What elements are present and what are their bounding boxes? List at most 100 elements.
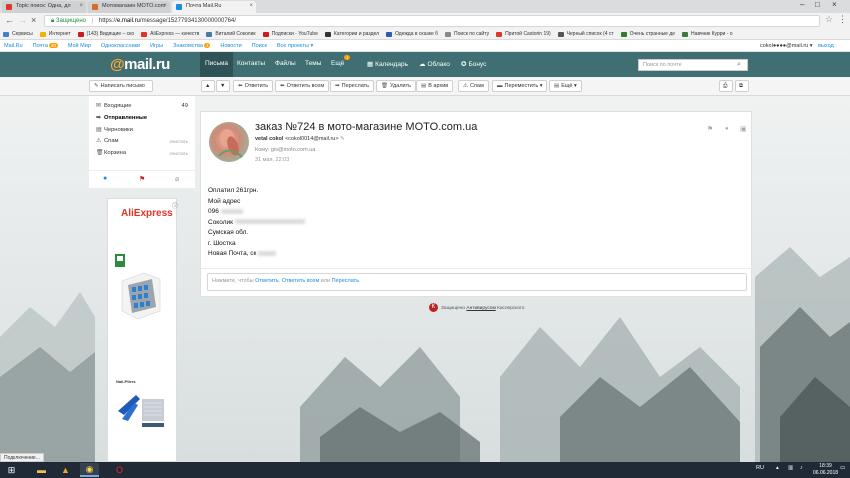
bookmark-item[interactable]: Категории и раздел bbox=[322, 29, 383, 39]
folder-drafts[interactable]: ▤ Черновики bbox=[96, 127, 192, 133]
search-icon[interactable]: ⌕ bbox=[737, 61, 741, 69]
folder-sent[interactable]: ➥ Отправленные bbox=[96, 115, 192, 121]
browser-menu-icon[interactable]: ⋮ bbox=[838, 14, 847, 25]
prev-message-button[interactable]: ▲ bbox=[201, 80, 215, 92]
chrome-icon[interactable]: ◉ bbox=[80, 463, 99, 477]
more-button[interactable]: ▤ Ещё ▾ bbox=[549, 80, 582, 92]
quick-forward-link[interactable]: Переслать bbox=[332, 278, 359, 284]
forward-button[interactable]: ➡ Переслать bbox=[330, 80, 375, 92]
mailru-logo[interactable]: @mail.ru bbox=[110, 56, 170, 73]
app-triangle-icon[interactable]: ▲ bbox=[56, 463, 75, 477]
start-icon[interactable]: ⊞ bbox=[2, 463, 21, 477]
notifications-icon[interactable]: ▭ bbox=[840, 465, 845, 471]
move-button[interactable]: ▬ Переместить ▾ bbox=[492, 80, 548, 92]
portal-link-ok[interactable]: Одноклассники bbox=[97, 40, 144, 49]
clean-trash-link[interactable]: очистить bbox=[170, 151, 189, 156]
back-icon[interactable]: ← bbox=[5, 15, 14, 25]
spam-icon: ⚠ bbox=[463, 83, 468, 89]
message-from[interactable]: vetal cokol <cokol0014@mail.ru> ✎ bbox=[255, 136, 345, 142]
portal-link-mailru[interactable]: Mail.Ru bbox=[0, 40, 27, 49]
stop-icon[interactable]: × bbox=[31, 15, 36, 25]
flag-icon[interactable]: ⚑ bbox=[707, 125, 713, 133]
reply-all-button[interactable]: ⬅ Ответить всем bbox=[275, 80, 330, 92]
portal-link-all[interactable]: Все проекты ▾ bbox=[273, 40, 317, 49]
clean-spam-link[interactable]: очистить bbox=[170, 139, 189, 144]
mail-search-input[interactable]: Поиск по почте bbox=[638, 59, 748, 71]
nav-files[interactable]: Файлы bbox=[270, 52, 301, 77]
reply-button[interactable]: ⬅ Ответить bbox=[233, 80, 274, 92]
message-divider bbox=[201, 268, 753, 269]
nav-bonus[interactable]: ✪ Бонус bbox=[456, 52, 491, 77]
bookmark-item[interactable]: Сервисы bbox=[0, 29, 37, 39]
bookmark-item[interactable]: Подписки - YouTube bbox=[260, 29, 322, 39]
portal-link-dating[interactable]: Знакомства 3 bbox=[169, 40, 214, 49]
arrow-up-icon: ▲ bbox=[205, 83, 211, 89]
spam-button[interactable]: ⚠ Спам bbox=[458, 80, 489, 92]
nav-contacts[interactable]: Контакты bbox=[232, 52, 270, 77]
bookmark-item[interactable]: Очень странные де bbox=[618, 29, 679, 39]
close-tab-icon[interactable]: × bbox=[249, 3, 253, 9]
forward-icon[interactable]: → bbox=[18, 15, 27, 25]
nav-cloud[interactable]: ☁ Облако bbox=[414, 52, 455, 77]
quick-reply-box[interactable]: Нажмите, чтобы Ответить, Ответить всем и… bbox=[207, 273, 747, 291]
bookmark-item[interactable]: Притой Castorin 19) bbox=[493, 29, 555, 39]
bookmark-item[interactable]: Черный список (4 ст bbox=[555, 29, 618, 39]
logout-link[interactable]: выход bbox=[818, 43, 834, 49]
opera-icon[interactable]: O bbox=[110, 463, 129, 477]
nav-calendar[interactable]: ▦ Календарь bbox=[362, 52, 413, 77]
taskbar-clock[interactable]: 18:39 06.06.2018 bbox=[813, 463, 838, 477]
browser-tab-3[interactable]: Почта Mail.Ru × bbox=[172, 1, 256, 13]
nav-letters[interactable]: Письма bbox=[200, 52, 234, 77]
unread-dot-icon[interactable]: ● bbox=[725, 126, 729, 132]
unread-filter-icon[interactable]: ● bbox=[103, 175, 107, 182]
nav-more[interactable]: Ещё 1 bbox=[326, 52, 351, 77]
delete-button[interactable]: 🗑︎ Удалить bbox=[376, 80, 416, 92]
next-message-button[interactable]: ▼ bbox=[216, 80, 230, 92]
minimize-icon[interactable]: – bbox=[800, 0, 804, 9]
file-explorer-icon[interactable]: ▬ bbox=[32, 463, 51, 477]
tray-up-icon[interactable]: ▴ bbox=[776, 465, 779, 471]
address-bar[interactable]: 🔒︎ Защищено | https://e.mail.ru/message/… bbox=[44, 15, 820, 27]
user-menu[interactable]: cokol●●●●@mail.ru ▾ bbox=[760, 43, 813, 49]
bookmark-item[interactable]: Интернет bbox=[37, 29, 75, 39]
portal-link-search[interactable]: Поиск bbox=[248, 40, 271, 49]
print-button[interactable]: ⎙ bbox=[719, 80, 733, 92]
portal-link-games[interactable]: Игры bbox=[146, 40, 167, 49]
popout-button[interactable]: ⧉ bbox=[735, 80, 749, 92]
archive-button[interactable]: ▤ В архив bbox=[416, 80, 454, 92]
kaspersky-link[interactable]: Антивирусом bbox=[466, 306, 495, 311]
bookmark-item[interactable]: Навчник Курри - о bbox=[679, 29, 737, 39]
sender-avatar[interactable] bbox=[209, 122, 249, 162]
quick-reply-all-link[interactable]: Ответить всем bbox=[282, 278, 320, 284]
folder-spam[interactable]: ⚠ Спам очистить bbox=[96, 138, 192, 144]
ad-banner[interactable]: AliExpress ⓘ Nail-Pliers bbox=[107, 198, 178, 462]
attachment-filter-icon[interactable]: ⌀ bbox=[175, 175, 179, 183]
browser-tab-1[interactable]: Topic поиск: Одна, дл × bbox=[2, 1, 86, 13]
volume-icon[interactable]: ♪ bbox=[800, 465, 803, 471]
portal-link-mail[interactable]: Почта 48 bbox=[29, 40, 62, 49]
close-window-icon[interactable]: × bbox=[832, 0, 837, 9]
nav-themes[interactable]: Темы bbox=[300, 52, 326, 77]
flag-filter-icon[interactable]: ⚑ bbox=[139, 175, 145, 183]
folder-trash[interactable]: 🗑︎Корзина очистить bbox=[96, 150, 192, 156]
inbox-count: 49 bbox=[181, 103, 188, 109]
folder-inbox[interactable]: ✉ Входящие 49 bbox=[96, 103, 192, 109]
browser-tab-2[interactable]: Мотомагазин MOTO.com × bbox=[88, 1, 170, 13]
lang-indicator[interactable]: RU bbox=[756, 465, 764, 471]
bookmark-item[interactable]: (143) Видящие – ско bbox=[75, 29, 139, 39]
close-tab-icon[interactable]: × bbox=[79, 3, 83, 9]
bookmark-item[interactable]: Виталий Соколик bbox=[203, 29, 259, 39]
maximize-icon[interactable]: □ bbox=[815, 0, 820, 9]
sender-menu-icon[interactable]: ✎ bbox=[340, 136, 345, 142]
checkbox-icon[interactable]: ▣ bbox=[740, 125, 747, 133]
bookmark-item[interactable]: Одежда в сказке б bbox=[383, 29, 442, 39]
quick-reply-link[interactable]: Ответить bbox=[255, 278, 279, 284]
bookmark-item[interactable]: AliExpress — качеств bbox=[138, 29, 203, 39]
network-icon[interactable]: ▥ bbox=[788, 465, 793, 471]
portal-link-myworld[interactable]: Мой Мир bbox=[64, 40, 95, 49]
close-tab-icon[interactable]: × bbox=[163, 3, 167, 9]
bookmark-item[interactable]: Поиск по сайту bbox=[442, 29, 493, 39]
portal-link-news[interactable]: Новости bbox=[216, 40, 245, 49]
compose-button[interactable]: ✎ Написать письмо bbox=[89, 80, 153, 92]
bookmark-star-icon[interactable]: ☆ bbox=[825, 14, 833, 25]
